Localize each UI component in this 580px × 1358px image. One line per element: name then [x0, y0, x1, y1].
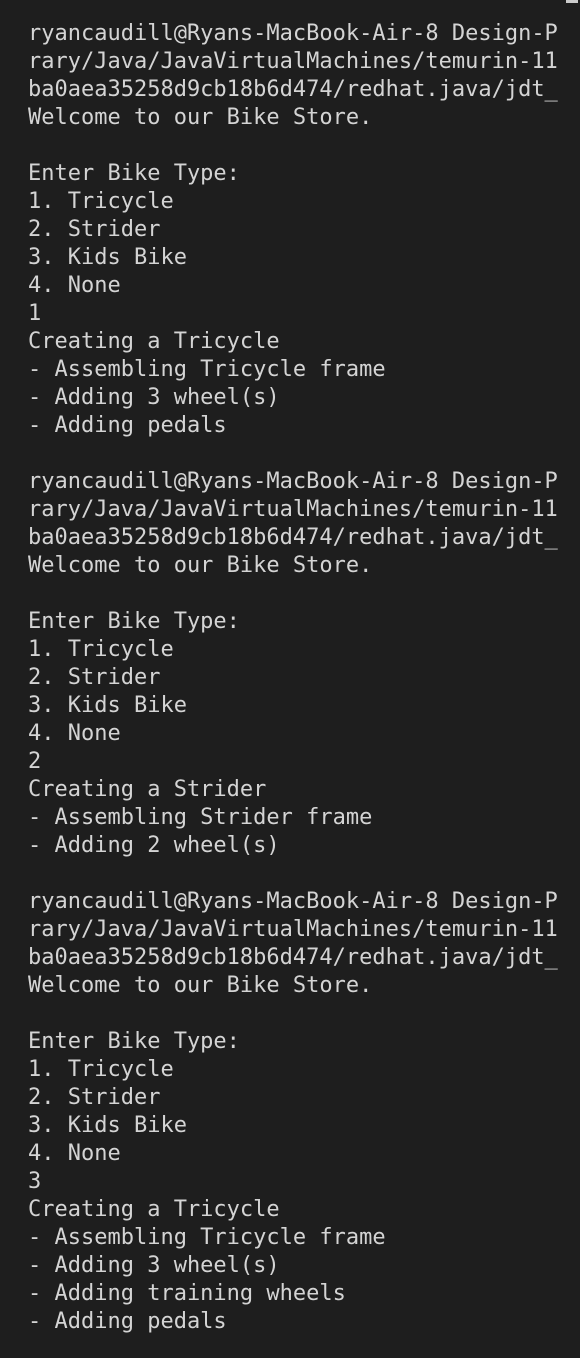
terminal-line: rary/Java/JavaVirtualMachines/temurin-11 — [28, 917, 558, 942]
terminal-line: Creating a Strider — [28, 777, 267, 802]
terminal-line: 3. Kids Bike — [28, 245, 187, 270]
terminal-line: 1 — [28, 301, 42, 326]
terminal-line: 3. Kids Bike — [28, 1113, 187, 1138]
terminal-line: 3. Kids Bike — [28, 693, 187, 718]
terminal-line: rary/Java/JavaVirtualMachines/temurin-11 — [28, 497, 558, 522]
terminal-line: Welcome to our Bike Store. — [28, 553, 373, 578]
terminal-line: ryancaudill@Ryans-MacBook-Air-8 Design-P — [28, 889, 558, 914]
terminal-line: Welcome to our Bike Store. — [28, 973, 373, 998]
terminal-line: - Adding training wheels — [28, 1281, 346, 1306]
terminal-line: Creating a Tricycle — [28, 329, 280, 354]
terminal-line: rary/Java/JavaVirtualMachines/temurin-11 — [28, 49, 558, 74]
terminal-line: 2. Strider — [28, 665, 161, 690]
terminal-line: - Adding 3 wheel(s) — [28, 385, 280, 410]
terminal-line: 4. None — [28, 1141, 121, 1166]
terminal-line: - Assembling Tricycle frame — [28, 357, 386, 382]
terminal-line: Creating a Tricycle — [28, 1197, 280, 1222]
terminal-line: ryancaudill@Ryans-MacBook-Air-8 Design-P — [28, 21, 558, 46]
terminal-line: 3 — [28, 1169, 42, 1194]
terminal-line: 2. Strider — [28, 217, 161, 242]
terminal-line: 2 — [28, 749, 42, 774]
terminal-line: 1. Tricycle — [28, 637, 174, 662]
terminal-line: - Adding 2 wheel(s) — [28, 833, 280, 858]
terminal-line: Welcome to our Bike Store. — [28, 105, 373, 130]
terminal-line: ba0aea35258d9cb18b6d474/redhat.java/jdt_ — [28, 77, 558, 102]
terminal-line: 2. Strider — [28, 1085, 161, 1110]
terminal-line: - Assembling Strider frame — [28, 805, 373, 830]
terminal-line: 1. Tricycle — [28, 189, 174, 214]
terminal-line: - Adding 3 wheel(s) — [28, 1253, 280, 1278]
terminal-line: 4. None — [28, 273, 121, 298]
terminal-line: ba0aea35258d9cb18b6d474/redhat.java/jdt_ — [28, 945, 558, 970]
terminal-line: - Assembling Tricycle frame — [28, 1225, 386, 1250]
terminal-line: 1. Tricycle — [28, 1057, 174, 1082]
terminal-output: ryancaudill@Ryans-MacBook-Air-8 Design-P… — [28, 20, 580, 1336]
terminal-line: - Adding pedals — [28, 1309, 227, 1334]
scroll-indicator — [566, 0, 578, 3]
terminal-panel[interactable]: ryancaudill@Ryans-MacBook-Air-8 Design-P… — [0, 0, 580, 1358]
terminal-line: Enter Bike Type: — [28, 609, 240, 634]
terminal-line: - Adding pedals — [28, 413, 227, 438]
terminal-line: Enter Bike Type: — [28, 161, 240, 186]
terminal-line: ryancaudill@Ryans-MacBook-Air-8 Design-P — [28, 469, 558, 494]
terminal-line: Enter Bike Type: — [28, 1029, 240, 1054]
terminal-line: 4. None — [28, 721, 121, 746]
terminal-line: ba0aea35258d9cb18b6d474/redhat.java/jdt_ — [28, 525, 558, 550]
